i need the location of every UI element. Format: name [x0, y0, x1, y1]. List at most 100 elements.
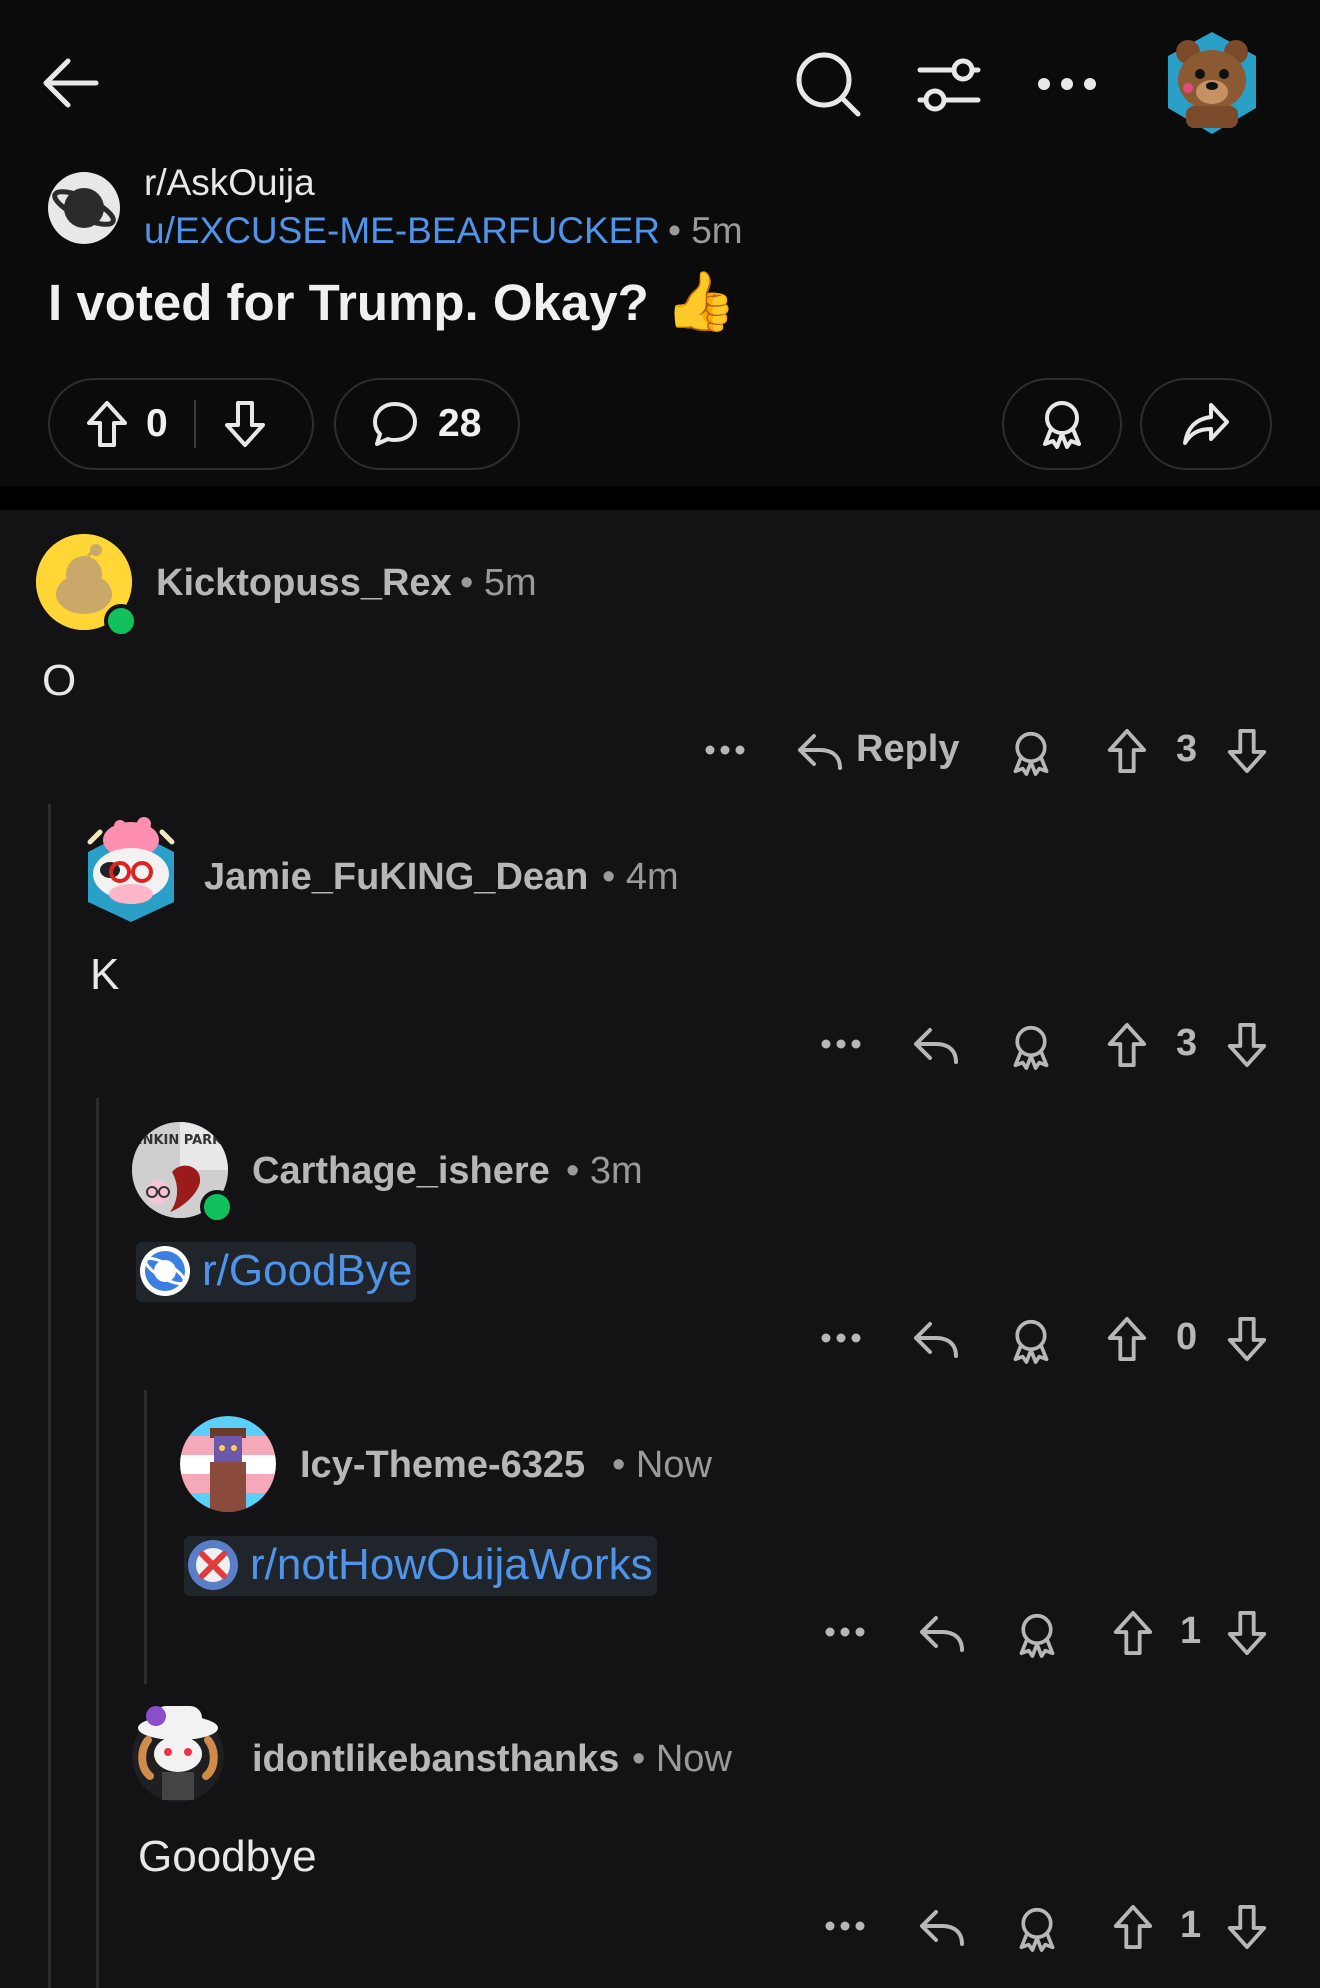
comment-vote-count: 1 — [1180, 1610, 1202, 1652]
downvote-icon — [1227, 1611, 1267, 1655]
thread-line — [48, 804, 51, 1988]
comment-body: O — [42, 656, 77, 705]
post-time: • 5m — [668, 210, 743, 251]
subreddit-name[interactable]: r/AskOuija — [144, 162, 315, 204]
downvote-icon — [1227, 1022, 1267, 1067]
comment-reply-label[interactable]: Reply — [856, 728, 959, 771]
award-icon — [1013, 1025, 1049, 1070]
post-title-text: I voted for Trump. Okay? — [48, 273, 649, 331]
comment-downvote-button[interactable] — [1222, 1900, 1272, 1954]
online-indicator — [104, 604, 138, 638]
comment-body: K — [90, 950, 120, 999]
comment-vote-count: 0 — [1176, 1316, 1198, 1358]
comment-downvote-button[interactable] — [1222, 1312, 1272, 1366]
comment-avatar[interactable] — [82, 812, 180, 922]
comment-time: • Now — [632, 1738, 732, 1780]
filter-button[interactable] — [912, 48, 986, 122]
back-button[interactable] — [36, 48, 106, 118]
award-icon — [1013, 1319, 1049, 1364]
comment-time: • Now — [612, 1444, 712, 1486]
comment-upvote-button[interactable] — [1108, 1900, 1158, 1954]
subreddit-link[interactable]: r/notHowOuijaWorks — [184, 1536, 657, 1596]
comment-award-button[interactable] — [1012, 1902, 1062, 1956]
comment-more-button[interactable] — [816, 1318, 866, 1358]
upvote-icon — [1107, 729, 1147, 773]
thumbs-up-emoji: 👍 — [664, 269, 737, 334]
avatar-band-text: INKIN PARK — [138, 1133, 223, 1148]
comment-username[interactable]: idontlikebansthanks — [252, 1738, 619, 1781]
comment-downvote-button[interactable] — [1222, 1606, 1272, 1660]
comment-username[interactable]: Jamie_FuKING_Dean — [204, 856, 588, 899]
subreddit-icon[interactable] — [48, 172, 120, 244]
comment-more-button[interactable] — [700, 730, 750, 770]
upvote-icon — [1113, 1905, 1153, 1949]
reply-icon — [920, 1910, 964, 1946]
comment-reply-button[interactable] — [914, 1902, 970, 1952]
reply-icon — [914, 1322, 958, 1358]
comment-upvote-button[interactable] — [1102, 1312, 1152, 1366]
subreddit-link[interactable]: r/GoodBye — [136, 1242, 417, 1302]
comment-vote-count: 3 — [1176, 1022, 1198, 1064]
post-author[interactable]: u/EXCUSE-ME-BEARFUCKER — [144, 210, 660, 252]
arrow-left-icon — [43, 58, 99, 108]
share-icon — [1183, 403, 1229, 445]
comment-reply-button[interactable] — [914, 1608, 970, 1658]
comment-username[interactable]: Icy-Theme-6325 — [300, 1444, 585, 1487]
post-comment-count: 28 — [438, 402, 482, 445]
post-title: I voted for Trump. Okay? 👍 — [48, 268, 737, 336]
award-icon — [1043, 401, 1081, 449]
comment-username[interactable]: Kicktopuss_Rex — [156, 562, 452, 605]
award-icon — [1019, 1613, 1055, 1658]
more-options-button[interactable] — [1032, 64, 1102, 104]
upvote-icon — [1107, 1317, 1147, 1361]
comment-avatar[interactable] — [128, 1700, 228, 1804]
comment-upvote-button[interactable] — [1102, 1018, 1152, 1072]
downvote-icon — [1227, 1317, 1267, 1361]
comment-award-button[interactable] — [1012, 1608, 1062, 1662]
comment-reply-button[interactable] — [908, 1020, 964, 1070]
post-award-button[interactable] — [1002, 378, 1122, 470]
comment-vote-count: 3 — [1176, 728, 1198, 770]
subreddit-planet-icon — [140, 1246, 190, 1296]
comment-reply-button[interactable] — [908, 1314, 964, 1364]
comment-downvote-button[interactable] — [1222, 724, 1272, 778]
award-icon — [1013, 731, 1049, 776]
comment-bubble-icon — [373, 402, 417, 446]
ellipsis-icon — [821, 1039, 861, 1049]
post-comments-button[interactable]: 28 — [334, 378, 520, 470]
comment-upvote-button[interactable] — [1102, 724, 1152, 778]
comment-award-button[interactable] — [1006, 726, 1056, 780]
comment-award-button[interactable] — [1006, 1314, 1056, 1368]
subreddit-link-text[interactable]: r/notHowOuijaWorks — [250, 1540, 653, 1590]
comment-body: Goodbye — [138, 1832, 317, 1881]
comment-upvote-button[interactable] — [1108, 1606, 1158, 1660]
comment-time: • 3m — [566, 1150, 643, 1192]
upvote-icon — [87, 401, 127, 447]
ellipsis-icon — [821, 1333, 861, 1343]
comment-award-button[interactable] — [1006, 1020, 1056, 1074]
comment-avatar[interactable] — [180, 1416, 276, 1512]
downvote-icon — [224, 401, 265, 447]
sliders-icon — [917, 58, 981, 112]
user-avatar[interactable] — [1164, 28, 1260, 138]
comment-downvote-button[interactable] — [1222, 1018, 1272, 1072]
comment-time: • 4m — [602, 856, 679, 898]
ellipsis-icon — [825, 1921, 865, 1931]
thread-line — [144, 1390, 147, 1684]
comment-more-button[interactable] — [820, 1906, 870, 1946]
post-share-button[interactable] — [1140, 378, 1272, 470]
comment-more-button[interactable] — [816, 1024, 866, 1064]
search-icon — [796, 52, 861, 117]
post-downvote-button[interactable] — [222, 399, 268, 449]
search-button[interactable] — [790, 46, 866, 122]
post-vote-pill: 0 — [48, 378, 314, 470]
subreddit-link-text[interactable]: r/GoodBye — [202, 1246, 412, 1296]
reply-icon — [798, 734, 842, 770]
upvote-icon — [1113, 1611, 1153, 1655]
comment-reply-button[interactable] — [792, 726, 848, 776]
post-upvote-button[interactable] — [84, 399, 130, 449]
comment-more-button[interactable] — [820, 1612, 870, 1652]
no-symbol-icon — [188, 1540, 238, 1590]
upvote-icon — [1107, 1022, 1147, 1067]
comment-username[interactable]: Carthage_ishere — [252, 1150, 550, 1193]
